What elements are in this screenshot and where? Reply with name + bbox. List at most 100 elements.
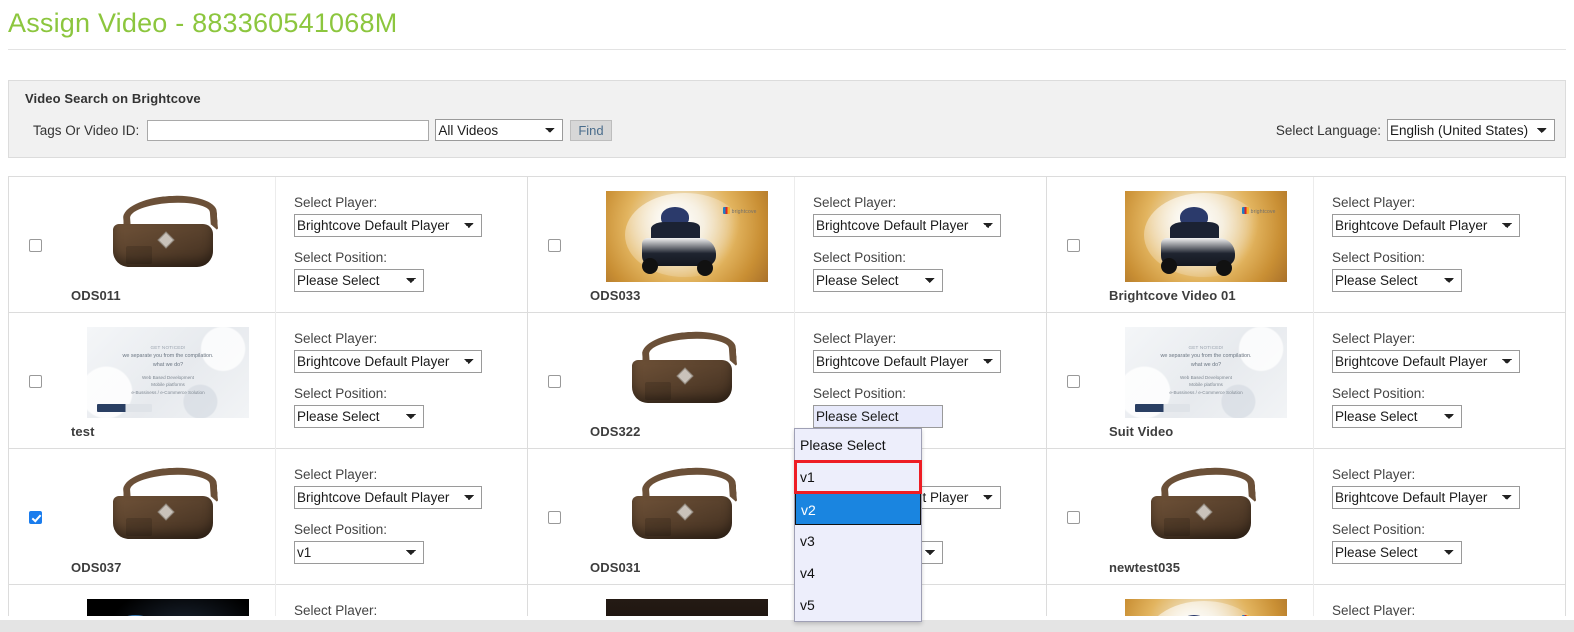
dropdown-option-v1[interactable]: v1 <box>794 460 922 494</box>
video-controls: Select Player: Brightcove Default Player… <box>795 313 1046 428</box>
dropdown-option-v4[interactable]: v4 <box>795 557 921 589</box>
video-cell: GET NOTICED! we separate you from the co… <box>1047 313 1565 449</box>
handbag-thumbnail-icon <box>87 191 249 282</box>
video-thumbnail[interactable]: GET NOTICED! we separate you from the co… <box>87 327 249 418</box>
quad-bike-thumbnail-icon: brightcove <box>606 191 768 282</box>
video-cell: brightcove ODS033 Select Player: Brightc… <box>528 177 1047 313</box>
player-select[interactable]: Brightcove Default Player <box>1332 214 1520 237</box>
video-thumbnail[interactable]: brightcove <box>606 191 768 282</box>
video-thumbnail[interactable] <box>87 191 249 282</box>
video-select-checkbox[interactable] <box>547 510 561 524</box>
video-select-checkbox[interactable] <box>547 238 561 252</box>
video-select-checkbox[interactable] <box>547 374 561 388</box>
select-player-label: Select Player: <box>1332 603 1416 616</box>
dropdown-option-v3[interactable]: v3 <box>795 525 921 557</box>
video-thumbnail-column: brightcove <box>1099 585 1314 616</box>
video-select-checkbox-wrap <box>1047 177 1099 313</box>
dropdown-option-please-select[interactable]: Please Select <box>795 429 921 461</box>
select-player-label: Select Player: <box>294 195 378 210</box>
select-player-label: Select Player: <box>813 331 897 346</box>
video-controls: Select Player: Brightcove Default Player… <box>276 177 527 292</box>
find-button[interactable]: Find <box>570 119 612 141</box>
video-cell: brightcove Select Player: Brightcove Def… <box>1047 585 1565 616</box>
video-select-checkbox-wrap <box>9 585 61 616</box>
player-select[interactable]: Brightcove Default Player <box>813 350 1001 373</box>
video-select-checkbox-wrap <box>9 177 61 313</box>
select-player-label: Select Player: <box>1332 195 1416 210</box>
position-select[interactable]: Please Select <box>813 269 943 292</box>
position-select[interactable]: Please Select <box>1332 405 1462 428</box>
video-thumbnail-column: ODS037 <box>61 449 276 585</box>
video-thumbnail[interactable] <box>606 463 768 554</box>
player-select[interactable]: Brightcove Default Player <box>294 214 482 237</box>
earth-thumbnail-icon <box>87 599 249 616</box>
position-select[interactable]: Please Select <box>294 405 424 428</box>
video-thumbnail[interactable]: brightcove <box>1125 191 1287 282</box>
video-name: Suit Video <box>1109 424 1174 439</box>
select-player-label: Select Player: <box>294 603 378 616</box>
video-grid-row: Select Player: Brightcove Default Player <box>9 585 1565 616</box>
video-select-checkbox[interactable] <box>28 238 42 252</box>
title-divider <box>8 49 1566 50</box>
tags-or-video-id-input[interactable] <box>147 119 430 141</box>
video-thumbnail-column <box>580 585 795 616</box>
dropdown-option-v2[interactable]: v2 <box>795 493 921 525</box>
player-select[interactable]: Brightcove Default Player <box>1332 350 1520 373</box>
video-filter-select[interactable]: All Videos <box>435 119 564 141</box>
promo-slide-thumbnail-icon: GET NOTICED! we separate you from the co… <box>1125 327 1287 418</box>
video-select-checkbox[interactable] <box>1066 238 1080 252</box>
video-name: test <box>71 424 95 439</box>
player-select[interactable]: Brightcove Default Player <box>813 214 1001 237</box>
video-thumbnail-column: brightcove ODS033 <box>580 177 795 313</box>
video-name: ODS037 <box>71 560 122 575</box>
video-name: newtest035 <box>1109 560 1181 575</box>
handbag-thumbnail-icon <box>606 463 768 554</box>
position-select[interactable]: Please Select <box>294 269 424 292</box>
assign-video-page: Assign Video - 883360541068M Video Searc… <box>0 0 1574 632</box>
quad-bike-thumbnail-icon: brightcove <box>1125 599 1287 616</box>
video-cell: GET NOTICED! we separate you from the co… <box>9 313 528 449</box>
handbag-thumbnail-icon <box>1125 463 1287 554</box>
player-select[interactable]: Brightcove Default Player <box>1332 486 1520 509</box>
player-select[interactable]: Brightcove Default Player <box>294 350 482 373</box>
video-thumbnail-column: ODS322 <box>580 313 795 449</box>
page-title: Assign Video - 883360541068M <box>8 8 398 38</box>
video-controls: Select Player: Brightcove Default Player <box>276 585 527 616</box>
video-grid-row: GET NOTICED! we separate you from the co… <box>9 313 1565 449</box>
video-select-checkbox-checked[interactable] <box>28 510 42 524</box>
video-thumbnail[interactable] <box>606 327 768 418</box>
video-cell: ODS031 Select Player: Brightcove Default… <box>528 449 1047 585</box>
video-grid-row: ODS037 Select Player: Brightcove Default… <box>9 449 1565 585</box>
video-thumbnail-column: GET NOTICED! we separate you from the co… <box>1099 313 1314 449</box>
position-select[interactable]: Please Select <box>1332 541 1462 564</box>
promo-slide-thumbnail-icon: GET NOTICED! we separate you from the co… <box>87 327 249 418</box>
video-thumbnail[interactable]: brightcove <box>1125 599 1287 616</box>
position-select-open[interactable]: Please Select <box>813 405 943 428</box>
video-thumbnail[interactable]: GET NOTICED! we separate you from the co… <box>1125 327 1287 418</box>
video-thumbnail[interactable] <box>1125 463 1287 554</box>
video-controls: Select Player: Brightcove Default Player <box>1314 585 1565 616</box>
position-select[interactable]: Please Select <box>1332 269 1462 292</box>
video-select-checkbox[interactable] <box>1066 374 1080 388</box>
position-dropdown-list[interactable]: Please Select v1 v2 v3 v4 v5 <box>794 428 922 622</box>
video-controls: Select Player: Brightcove Default Player… <box>1314 449 1565 564</box>
page-footer-strip <box>0 620 1574 632</box>
dropdown-option-v5[interactable]: v5 <box>795 589 921 621</box>
language-select[interactable]: English (United States) <box>1387 119 1555 141</box>
video-thumbnail-column: newtest035 <box>1099 449 1314 585</box>
video-controls: Select Player: Brightcove Default Player… <box>795 177 1046 292</box>
select-position-label: Select Position: <box>294 522 388 537</box>
video-grid-row: ODS011 Select Player: Brightcove Default… <box>9 177 1565 313</box>
video-select-checkbox-wrap <box>528 177 580 313</box>
video-thumbnail[interactable] <box>87 463 249 554</box>
position-select[interactable]: v1 <box>294 541 424 564</box>
video-thumbnail[interactable] <box>606 599 768 616</box>
select-language-label: Select Language: <box>1275 122 1381 138</box>
video-thumbnail[interactable] <box>87 599 249 616</box>
video-select-checkbox[interactable] <box>28 374 42 388</box>
video-select-checkbox[interactable] <box>1066 510 1080 524</box>
video-controls: Select Player: Brightcove Default Player… <box>276 449 527 564</box>
night-road-thumbnail-icon <box>606 599 768 616</box>
player-select[interactable]: Brightcove Default Player <box>294 486 482 509</box>
select-position-label: Select Position: <box>294 386 388 401</box>
